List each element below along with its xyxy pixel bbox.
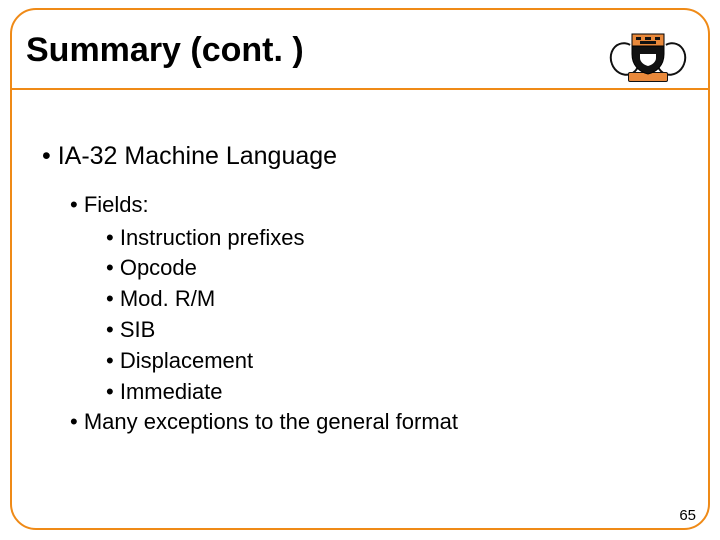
bullet-field-item: Immediate xyxy=(42,377,674,408)
bullet-fields-label: Fields: xyxy=(42,190,674,221)
princeton-crest-icon xyxy=(608,26,688,82)
bullet-field-item: Instruction prefixes xyxy=(42,223,674,254)
slide-title: Summary (cont. ) xyxy=(26,30,304,71)
bullet-field-item: Opcode xyxy=(42,253,674,284)
bullet-field-item: SIB xyxy=(42,315,674,346)
bullet-field-item: Displacement xyxy=(42,346,674,377)
slide-body: IA-32 Machine Language Fields: Instructi… xyxy=(12,82,708,458)
page-number: 65 xyxy=(679,507,696,524)
bullet-level1: IA-32 Machine Language xyxy=(42,140,674,174)
shield-icon xyxy=(630,32,666,76)
bullet-field-item: Mod. R/M xyxy=(42,284,674,315)
title-row: Summary (cont. ) xyxy=(12,10,708,82)
slide: Summary (cont. ) IA-32 Machine Language … xyxy=(0,0,720,540)
bullet-exceptions: Many exceptions to the general format xyxy=(42,407,674,438)
